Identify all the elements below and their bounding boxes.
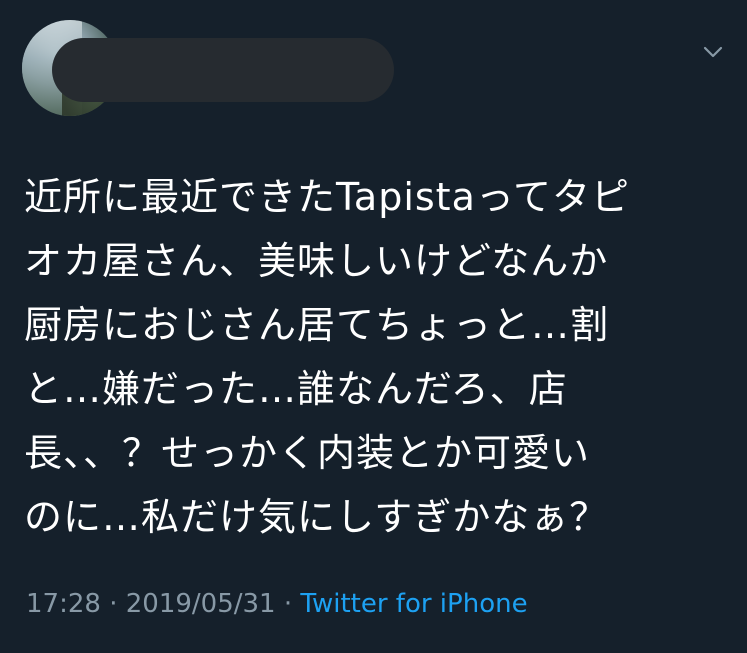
tweet-time: 17:28 — [26, 589, 101, 619]
tweet-text-line: オカ屋さん、美味しいけどなんか — [24, 239, 609, 283]
meta-separator: · — [275, 589, 301, 619]
tweet-text-line: 近所に最近できたTapistaってタピ — [24, 175, 630, 219]
chevron-down-icon[interactable] — [701, 40, 725, 64]
tweet-text: 近所に最近できたTapistaってタピ オカ屋さん、美味しいけどなんか 厨房におじさ… — [24, 165, 724, 549]
meta-separator: · — [100, 589, 126, 619]
tweet-text-line: のに…私だけ気にしすぎかなぁ？ — [24, 495, 609, 539]
tweet-text-line: 長、、？せっかく内装とか可愛い — [24, 431, 591, 475]
username-redaction — [52, 38, 394, 102]
tweet-card: 近所に最近できたTapistaってタピ オカ屋さん、美味しいけどなんか 厨房におじさ… — [0, 0, 747, 653]
tweet-text-line: と…嫌だった…誰なんだろ、店 — [24, 367, 568, 411]
tweet-text-line: 厨房におじさん居てちょっと…割 — [24, 303, 610, 347]
tweet-meta: 17:28 · 2019/05/31 · Twitter for iPhone — [26, 584, 528, 624]
tweet-source-link[interactable]: Twitter for iPhone — [300, 589, 527, 619]
tweet-date[interactable]: 2019/05/31 — [126, 589, 276, 619]
